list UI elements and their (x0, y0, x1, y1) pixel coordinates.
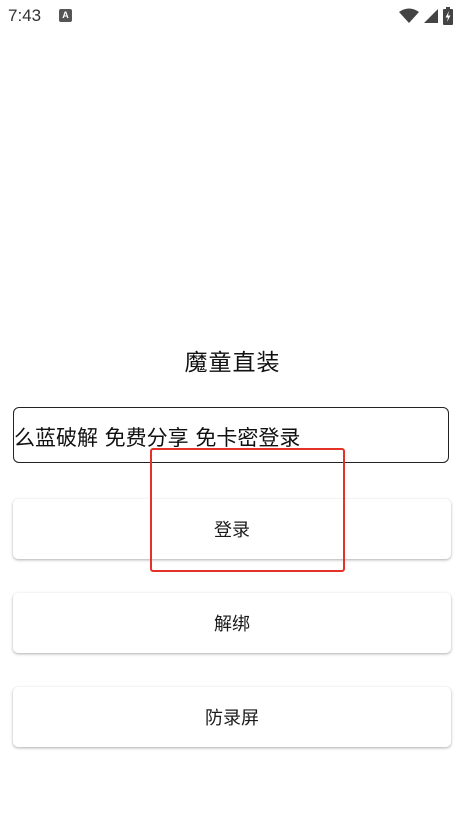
notification-icon: A (59, 9, 72, 22)
status-bar: 7:43 A (0, 0, 465, 32)
card-key-input-value: 么蓝破解 免费分享 免卡密登录 (14, 426, 301, 450)
status-icons (399, 6, 453, 26)
wifi-icon (399, 8, 419, 23)
app-title: 魔童直装 (184, 350, 281, 376)
unbind-button[interactable]: 解绑 (13, 593, 451, 653)
login-button[interactable]: 登录 (13, 499, 451, 559)
card-key-input[interactable]: 么蓝破解 免费分享 免卡密登录 (13, 407, 449, 463)
status-time: 7:43 (8, 6, 42, 25)
signal-icon (424, 9, 438, 23)
battery-charging-icon (443, 7, 453, 25)
anti-screen-record-button[interactable]: 防录屏 (13, 687, 451, 747)
